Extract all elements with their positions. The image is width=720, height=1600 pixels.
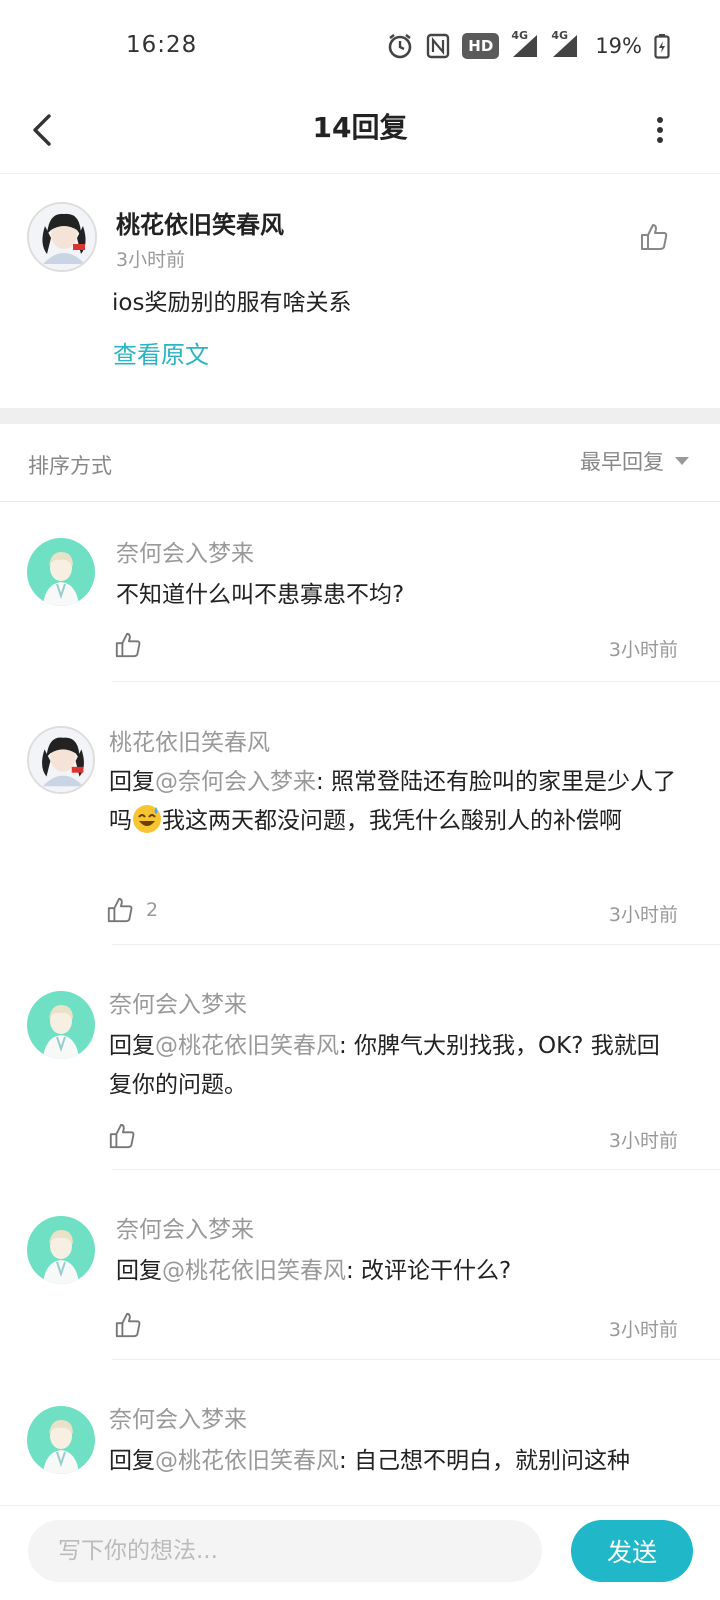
reply-content: : 改评论干什么? bbox=[346, 1258, 512, 1284]
page-title: 14回复 bbox=[312, 111, 408, 144]
signal-icon: 4G bbox=[511, 29, 539, 59]
sort-selected: 最早回复 bbox=[580, 450, 664, 474]
reply-author[interactable]: 奈何会入梦来 bbox=[116, 534, 254, 568]
network-label: 4G bbox=[511, 29, 528, 42]
avatar[interactable] bbox=[27, 202, 97, 272]
reply-item: 桃花依旧笑春风 回复@奈何会入梦来: 照常登陆还有脸叫的家里是少人了吗 我这两天都… bbox=[0, 683, 720, 945]
mention-link[interactable]: @奈何会入梦来 bbox=[155, 769, 316, 795]
like-button[interactable] bbox=[114, 631, 142, 659]
thumbs-up-icon bbox=[115, 632, 141, 658]
like-button[interactable] bbox=[108, 1122, 136, 1150]
reply-author[interactable]: 桃花依旧笑春风 bbox=[109, 723, 270, 757]
app-header: 14回复 bbox=[0, 90, 720, 174]
status-time: 16:28 bbox=[126, 32, 198, 58]
caret-down-icon bbox=[675, 457, 689, 465]
avatar[interactable] bbox=[27, 1216, 95, 1284]
reply-item: 奈何会入梦来 不知道什么叫不患寡患不均? 3小时前 bbox=[0, 503, 720, 683]
reply-text: 回复@奈何会入梦来: 照常登陆还有脸叫的家里是少人了吗 我这两天都没问题，我凭什么… bbox=[109, 763, 679, 841]
reply-time: 3小时前 bbox=[608, 639, 678, 661]
reply-text: 回复@桃花依旧笑春风: 自己想不明白，就别问这种 bbox=[109, 1442, 679, 1481]
hd-icon: HD bbox=[462, 33, 500, 59]
network-label: 4G bbox=[551, 29, 568, 42]
avatar[interactable] bbox=[27, 991, 95, 1059]
signal-icon: 4G bbox=[551, 29, 579, 59]
status-icons: HD 4G 4G 19% bbox=[386, 28, 670, 64]
reply-separator bbox=[112, 681, 720, 682]
thumbs-up-icon bbox=[641, 224, 668, 250]
more-vertical-icon bbox=[657, 117, 663, 143]
reply-text: 不知道什么叫不患寡患不均? bbox=[116, 576, 686, 615]
reply-prefix: 回复 bbox=[109, 769, 155, 795]
mention-link[interactable]: @桃花依旧笑春风 bbox=[162, 1258, 346, 1284]
thumbs-up-icon bbox=[107, 897, 133, 923]
view-original-link[interactable]: 查看原文 bbox=[113, 335, 209, 370]
mention-link[interactable]: @桃花依旧笑春风 bbox=[155, 1033, 339, 1059]
sort-bar: 排序方式 最早回复 bbox=[0, 424, 720, 502]
reply-author[interactable]: 奈何会入梦来 bbox=[116, 1210, 254, 1244]
more-button[interactable] bbox=[640, 102, 680, 158]
reply-item: 奈何会入梦来 回复@桃花依旧笑春风: 自己想不明白，就别问这种 bbox=[0, 1360, 720, 1505]
battery-percent: 19% bbox=[595, 34, 642, 58]
avatar[interactable] bbox=[27, 538, 95, 606]
reply-text: 回复@桃花依旧笑春风: 你脾气大别找我，OK? 我就回复你的问题。 bbox=[109, 1027, 679, 1105]
reply-content: 不知道什么叫不患寡患不均? bbox=[116, 582, 405, 608]
sort-label: 排序方式 bbox=[28, 454, 112, 478]
reply-time: 3小时前 bbox=[608, 1130, 678, 1152]
sweat-smile-emoji-icon bbox=[133, 805, 161, 833]
comment-input[interactable] bbox=[28, 1520, 542, 1582]
post-time: 3小时前 bbox=[116, 249, 186, 271]
like-button[interactable] bbox=[634, 217, 674, 257]
reply-time: 3小时前 bbox=[608, 1319, 678, 1341]
thumbs-up-icon bbox=[115, 1312, 141, 1338]
reply-time: 3小时前 bbox=[608, 904, 678, 926]
reply-content: : 自己想不明白，就别问这种 bbox=[339, 1448, 631, 1474]
comment-bar: 发送 bbox=[0, 1505, 720, 1600]
reply-prefix: 回复 bbox=[109, 1033, 155, 1059]
avatar[interactable] bbox=[27, 726, 95, 794]
reply-author[interactable]: 奈何会入梦来 bbox=[109, 1400, 247, 1434]
nfc-icon bbox=[426, 33, 450, 59]
reply-text: 回复@桃花依旧笑春风: 改评论干什么? bbox=[116, 1252, 686, 1291]
reply-item: 奈何会入梦来 回复@桃花依旧笑春风: 你脾气大别找我，OK? 我就回复你的问题。… bbox=[0, 945, 720, 1170]
reply-prefix: 回复 bbox=[116, 1258, 162, 1284]
like-button[interactable]: 2 bbox=[106, 896, 158, 924]
section-divider bbox=[0, 408, 720, 424]
original-comment: 桃花依旧笑春风 3小时前 ios奖励别的服有啥关系 查看原文 bbox=[0, 175, 720, 408]
avatar[interactable] bbox=[27, 1406, 95, 1474]
reply-item: 奈何会入梦来 回复@桃花依旧笑春风: 改评论干什么? 3小时前 bbox=[0, 1170, 720, 1360]
alarm-icon bbox=[386, 32, 414, 60]
like-button[interactable] bbox=[114, 1311, 142, 1339]
send-button[interactable]: 发送 bbox=[571, 1520, 693, 1582]
reply-prefix: 回复 bbox=[109, 1448, 155, 1474]
mention-link[interactable]: @桃花依旧笑春风 bbox=[155, 1448, 339, 1474]
comment-text: ios奖励别的服有啥关系 bbox=[112, 290, 352, 316]
reply-author[interactable]: 奈何会入梦来 bbox=[109, 985, 247, 1019]
status-bar: 16:28 HD 4G 4G 19% bbox=[0, 0, 720, 90]
sort-dropdown[interactable]: 最早回复 bbox=[580, 446, 690, 476]
thumbs-up-icon bbox=[109, 1123, 135, 1149]
reply-content-continued: 我这两天都没问题，我凭什么酸别人的补偿啊 bbox=[162, 808, 622, 834]
battery-icon bbox=[654, 33, 670, 59]
like-count: 2 bbox=[146, 899, 159, 921]
author-name[interactable]: 桃花依旧笑春风 bbox=[116, 205, 284, 240]
